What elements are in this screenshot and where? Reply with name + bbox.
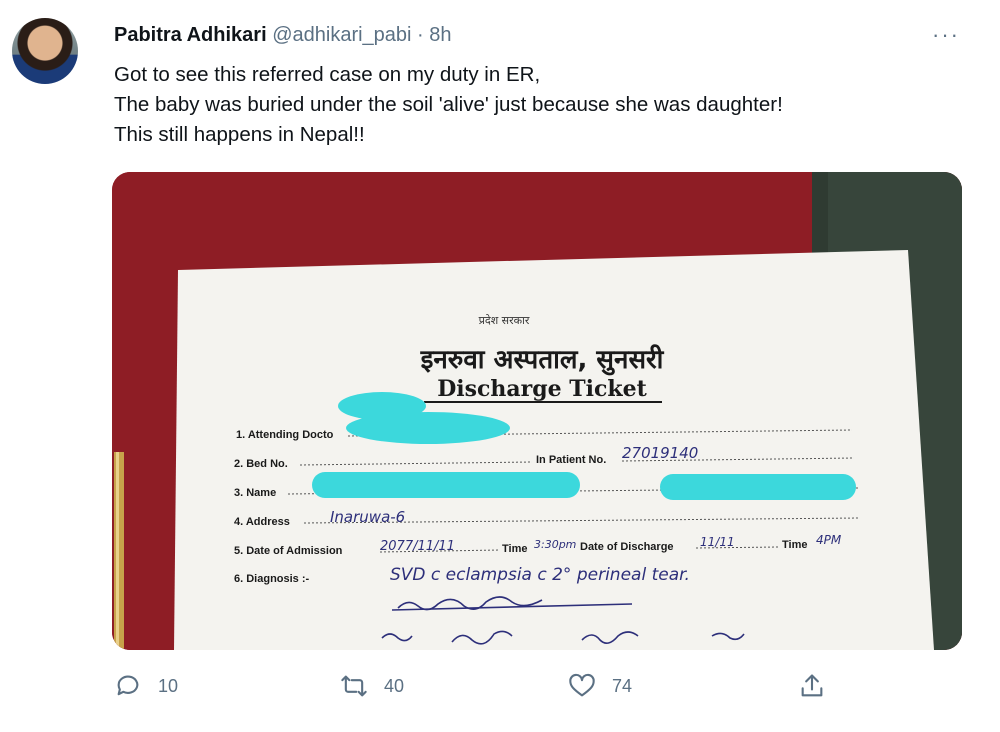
tweet-time[interactable]: 8h bbox=[429, 24, 451, 46]
retweet-count: 40 bbox=[384, 675, 405, 696]
hw-in-patient-no: 27019140 bbox=[622, 444, 698, 462]
retweet-icon bbox=[341, 675, 367, 697]
reply-icon bbox=[117, 675, 139, 696]
reply-button[interactable]: 10 bbox=[114, 672, 178, 700]
label-time: Time bbox=[502, 543, 527, 555]
share-button[interactable] bbox=[798, 672, 826, 700]
tweet-text-line: This still happens in Nepal!! bbox=[114, 123, 365, 146]
heart-icon bbox=[569, 673, 595, 697]
author-name[interactable]: Pabitra Adhikari bbox=[114, 24, 267, 46]
label-diagnosis: 6. Diagnosis :- bbox=[234, 573, 310, 585]
hw-diagnosis: SVD c eclampsia c 2° perineal tear. bbox=[390, 565, 690, 585]
share-icon bbox=[801, 674, 823, 697]
paper-sheet bbox=[174, 250, 934, 650]
gov-header: प्रदेश सरकार bbox=[479, 314, 530, 327]
avatar[interactable] bbox=[12, 18, 78, 84]
redaction-mark bbox=[346, 412, 510, 444]
reply-count: 10 bbox=[158, 675, 179, 696]
retweet-button[interactable]: 40 bbox=[340, 672, 404, 700]
hw-admission-date: 2077/11/11 bbox=[380, 539, 455, 554]
label-address: 4. Address bbox=[234, 516, 290, 528]
hospital-name: इनरुवा अस्पताल, सुनसरी bbox=[420, 344, 665, 376]
tweet-text: Got to see this referred case on my duty… bbox=[114, 60, 974, 150]
hw-discharge-time: 4PM bbox=[816, 533, 842, 547]
label-discharge: Date of Discharge bbox=[580, 541, 674, 553]
discharge-ticket-photo: प्रदेश सरकार इनरुवा अस्पताल, सुनसरी Disc… bbox=[112, 172, 962, 650]
label-admission: 5. Date of Admission bbox=[234, 545, 343, 557]
hw-discharge-date: 11/11 bbox=[700, 535, 735, 549]
label-doctor: 1. Attending Docto bbox=[236, 429, 334, 441]
ticket-title: Discharge Ticket bbox=[437, 376, 647, 402]
more-options-icon[interactable]: ··· bbox=[932, 22, 960, 48]
label-time-2: Time bbox=[782, 539, 807, 551]
tweet-actions: 10 40 74 bbox=[0, 672, 1000, 712]
like-count: 74 bbox=[612, 675, 633, 696]
separator-dot: · bbox=[417, 24, 424, 46]
label-in-patient: In Patient No. bbox=[536, 454, 606, 466]
label-bed: 2. Bed No. bbox=[234, 458, 288, 470]
label-name: 3. Name bbox=[234, 487, 276, 499]
tweet-text-line: Got to see this referred case on my duty… bbox=[114, 63, 541, 86]
hw-admission-time: 3:30pm bbox=[534, 538, 576, 551]
tweet-photo[interactable]: प्रदेश सरकार इनरुवा अस्पताल, सुनसरी Disc… bbox=[112, 172, 962, 650]
tweet-text-line: The baby was buried under the soil 'aliv… bbox=[114, 93, 783, 116]
like-button[interactable]: 74 bbox=[568, 672, 632, 700]
author-handle[interactable]: @adhikari_pabi bbox=[272, 24, 411, 46]
hw-address: Inaruwa-6 bbox=[330, 508, 405, 526]
redaction-mark bbox=[660, 474, 856, 500]
tweet-header: Pabitra Adhikari @adhikari_pabi · 8h bbox=[114, 24, 452, 47]
redaction-mark bbox=[312, 472, 580, 498]
